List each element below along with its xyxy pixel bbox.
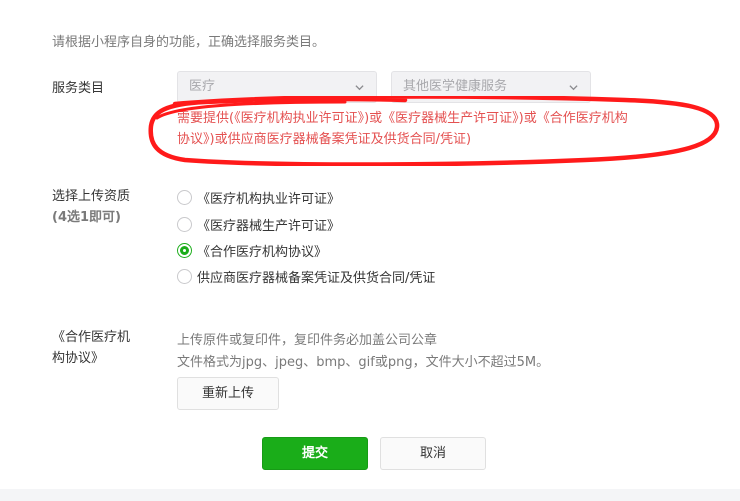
radio-option-cooperation-agreement[interactable]: 《合作医疗机构协议》 [177, 239, 327, 261]
upload-label: 《合作医疗机 构协议》 [52, 327, 130, 369]
primary-category-select[interactable]: 医疗 [177, 71, 377, 103]
radio-unchecked-icon[interactable] [177, 216, 192, 232]
qualification-title: 选择上传资质 [52, 189, 131, 204]
radio-option-medical-license[interactable]: 《医疗机构执业许可证》 [177, 186, 340, 208]
secondary-category-select[interactable]: 其他医学健康服务 [391, 71, 591, 103]
upload-label-line-2: 构协议》 [52, 351, 105, 366]
qualification-notice: 需要提供(《医疗机构执业许可证》)或《医疗器械生产许可证》)或《合作医疗机构 协… [177, 108, 702, 150]
upload-label-line-1: 《合作医疗机 [52, 330, 131, 345]
primary-category-value: 医疗 [189, 79, 216, 94]
radio-option-device-production-license[interactable]: 《医疗器械生产许可证》 [177, 213, 340, 235]
cancel-button[interactable]: 取消 [380, 437, 486, 470]
qualification-sub-label: (4选1即可) [52, 210, 121, 225]
radio-option-supplier-filing[interactable]: 供应商医疗器械备案凭证及供货合同/凭证 [177, 265, 435, 287]
radio-option-label: 《合作医疗机构协议》 [197, 244, 328, 260]
chevron-down-icon [355, 85, 364, 91]
secondary-category-value: 其他医学健康服务 [403, 79, 508, 94]
notice-line-1: 需要提供(《医疗机构执业许可证》)或《医疗器械生产许可证》)或《合作医疗机构 [177, 111, 628, 126]
radio-option-label: 《医疗器械生产许可证》 [197, 218, 341, 234]
category-label: 服务类目 [52, 81, 105, 96]
intro-text: 请根据小程序自身的功能，正确选择服务类目。 [52, 35, 326, 50]
upload-hint-format: 文件格式为jpg、jpeg、bmp、gif或png，文件大小不超过5M。 [177, 355, 550, 370]
radio-option-label: 《医疗机构执业许可证》 [197, 191, 341, 207]
footer-divider [0, 489, 740, 501]
radio-option-label: 供应商医疗器械备案凭证及供货合同/凭证 [197, 270, 436, 286]
radio-unchecked-icon[interactable] [177, 268, 192, 284]
reupload-button[interactable]: 重新上传 [177, 377, 279, 410]
notice-line-2: 协议》)或供应商医疗器械备案凭证及供货合同/凭证) [177, 132, 472, 147]
radio-checked-icon[interactable] [177, 242, 192, 258]
qualification-label: 选择上传资质 (4选1即可) [52, 186, 130, 228]
radio-unchecked-icon[interactable] [177, 189, 192, 205]
submit-button[interactable]: 提交 [262, 437, 368, 470]
upload-hint-copy: 上传原件或复印件，复印件务必加盖公司公章 [177, 333, 438, 348]
chevron-down-icon [569, 85, 578, 91]
